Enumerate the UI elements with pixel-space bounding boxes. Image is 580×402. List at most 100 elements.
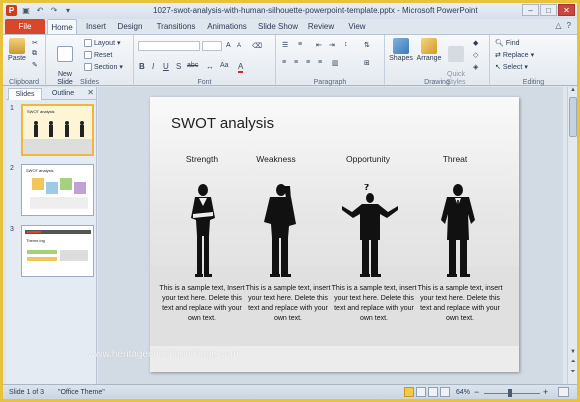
silhouette-opportunity[interactable]: ? [340,184,400,278]
fit-to-window-icon[interactable] [558,387,569,397]
heading-opportunity[interactable]: Opportunity [323,154,413,164]
justify-icon[interactable]: ≡ [318,59,322,66]
arrange-button[interactable]: Arrange [416,38,442,63]
group-editing: 🔍︎ Find ⇄ Replace ▾ ↖ Select ▾ Editing [490,35,577,87]
scroll-up-icon[interactable]: ▲ [568,87,577,93]
tab-file[interactable]: File [5,19,45,34]
reset-button[interactable]: Reset [84,51,112,59]
heading-weakness[interactable]: Weakness [231,154,321,164]
slide-canvas[interactable]: SWOT analysis Strength Weakness Opportun… [150,97,519,372]
theme-name[interactable]: "Office Theme" [58,389,105,396]
columns-icon[interactable]: ▥ [332,59,339,67]
next-slide-icon[interactable]: ⏷ [568,369,577,376]
undo-icon[interactable]: ↶ [35,6,45,16]
new-slide-icon [57,46,73,62]
text-threat[interactable]: This is a sample text, insert your text … [417,284,503,324]
find-button[interactable]: 🔍︎ Find [495,39,520,48]
format-painter-icon[interactable]: ✎ [32,61,38,69]
text-strength[interactable]: This is a sample text, Insert your text … [159,284,245,324]
slide-show-icon[interactable] [440,387,450,397]
italic-button[interactable]: I [152,62,154,71]
group-label-editing: Editing [522,79,545,86]
text-direction-icon[interactable]: ⇅ [364,41,370,49]
section-button[interactable]: Section ▾ [84,63,123,71]
tab-outline[interactable]: Outline [46,88,80,100]
shadow-button[interactable]: S [176,62,181,71]
replace-button[interactable]: ⇄ Replace ▾ [495,51,534,60]
shape-outline-icon[interactable]: ◇ [473,51,478,59]
close-pane-icon[interactable]: ✕ [87,88,94,97]
copy-icon[interactable]: ⧉ [32,50,37,58]
char-spacing-icon[interactable]: ↔ [206,62,214,71]
scroll-thumb[interactable] [569,97,577,137]
change-case-button[interactable]: Aa [220,62,229,69]
tab-review[interactable]: Review [306,19,336,34]
shrink-font-button[interactable]: A [237,43,241,49]
zoom-slider-handle[interactable] [508,389,512,397]
save-icon[interactable]: ▣ [21,6,31,16]
powerpoint-app-icon[interactable]: P [6,5,17,16]
reading-view-icon[interactable] [428,387,438,397]
text-opportunity[interactable]: This is a sample text, insert your text … [331,284,417,324]
align-right-icon[interactable]: ≡ [306,59,310,66]
tab-view[interactable]: View [343,19,371,34]
align-left-icon[interactable]: ≡ [282,59,286,66]
slide-thumbnail-1[interactable]: SWOT analysis [21,104,94,156]
tab-insert[interactable]: Insert [81,19,111,34]
strikethrough-button[interactable]: abc [187,62,198,69]
previous-slide-icon[interactable]: ⏶ [568,359,577,366]
minimize-icon[interactable]: – [522,4,539,16]
tab-home[interactable]: Home [47,19,77,34]
help-icon[interactable]: ? [567,21,571,30]
slide-thumbnail-3[interactable]: Theme.ing [21,225,94,277]
customize-qat-icon[interactable]: ▾ [63,6,73,16]
tab-slide-show[interactable]: Slide Show [256,19,300,34]
silhouette-strength[interactable] [186,184,220,278]
font-name-box[interactable] [138,41,200,51]
increase-indent-icon[interactable]: ⇥ [329,41,335,49]
font-size-box[interactable] [202,41,222,51]
zoom-level[interactable]: 64% [456,389,470,396]
cut-icon[interactable]: ✂ [32,39,38,47]
redo-icon[interactable]: ↷ [49,6,59,16]
tab-transitions[interactable]: Transitions [153,19,199,34]
bold-button[interactable]: B [139,62,145,71]
slide-thumbnail-2[interactable]: SWOT analysis [21,164,94,216]
grow-font-button[interactable]: A [226,42,231,49]
tab-animations[interactable]: Animations [205,19,249,34]
numbering-icon[interactable]: ≡ [298,41,302,48]
decrease-indent-icon[interactable]: ⇤ [316,41,322,49]
align-center-icon[interactable]: ≡ [294,59,298,66]
paste-button[interactable]: Paste [6,38,28,63]
line-spacing-icon[interactable]: ↕ [344,41,348,48]
zoom-out-icon[interactable]: − [474,387,479,397]
tab-slides[interactable]: Slides [8,88,42,100]
zoom-in-icon[interactable]: + [543,387,548,397]
shape-effects-icon[interactable]: ◈ [473,63,478,71]
slide-sorter-icon[interactable] [416,387,426,397]
close-icon[interactable]: ✕ [558,4,575,16]
heading-threat[interactable]: Threat [410,154,500,164]
smartart-icon[interactable]: ⊞ [364,59,370,67]
maximize-icon[interactable]: □ [540,4,557,16]
text-weakness[interactable]: This is a sample text, insert your text … [245,284,331,324]
silhouette-weakness[interactable] [260,184,300,278]
slide-title[interactable]: SWOT analysis [171,115,274,132]
minimize-ribbon-icon[interactable]: △ [555,21,561,30]
clear-format-icon[interactable]: ⌫ [252,42,262,50]
underline-button[interactable]: U [163,62,169,71]
vertical-scrollbar[interactable]: ▲ ▼ ⏶ ⏷ [567,87,577,384]
title-bar: P ▣ ↶ ↷ ▾ 1027-swot-analysis-with-human-… [3,3,577,19]
zoom-slider[interactable] [484,393,540,394]
ribbon-tabs: File Home Insert Design Transitions Anim… [3,19,577,34]
select-button[interactable]: ↖ Select ▾ [495,63,528,72]
layout-button[interactable]: Layout ▾ [84,39,121,47]
tab-design[interactable]: Design [115,19,145,34]
shape-fill-icon[interactable]: ◆ [473,39,478,47]
scroll-down-icon[interactable]: ▼ [568,349,577,355]
silhouette-threat[interactable] [438,184,478,278]
bullets-icon[interactable]: ☰ [282,41,288,49]
font-color-button[interactable]: A [238,62,244,73]
normal-view-icon[interactable] [404,387,414,397]
shapes-button[interactable]: Shapes [388,38,414,63]
